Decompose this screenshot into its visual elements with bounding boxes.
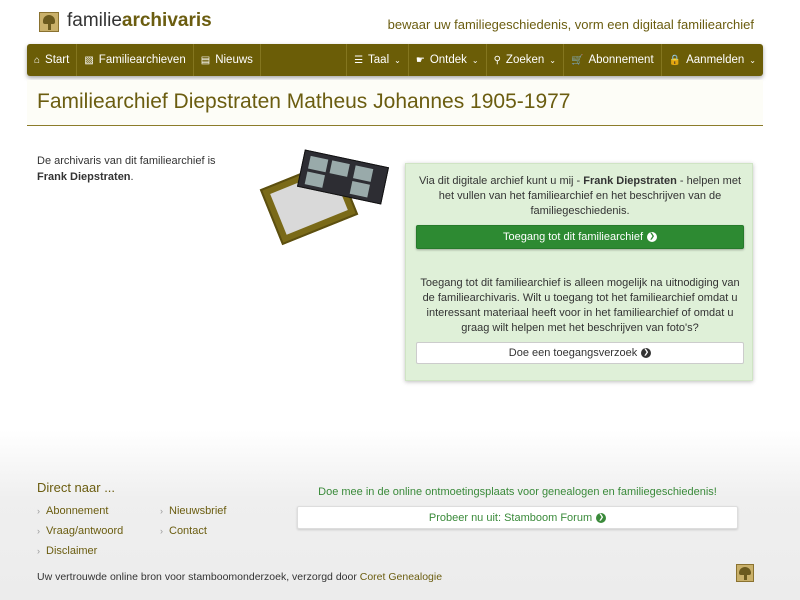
footer-heading: Direct naar ... (37, 480, 116, 495)
nav-zoeken[interactable]: ⚲ Zoeken ⌄ (485, 44, 563, 76)
lock-icon: 🔒 (668, 54, 682, 66)
title-panel: Familiearchief Diepstraten Matheus Johan… (27, 80, 763, 126)
nav-familiearchieven-label: Familiearchieven (98, 54, 186, 66)
chevron-right-icon: › (37, 506, 40, 516)
forum-button-label: Probeer nu uit: Stamboom Forum (428, 511, 593, 524)
nav-aanmelden-label: Aanmelden (686, 54, 745, 66)
copyright: Uw vertrouwde online bron voor stamboomo… (37, 571, 443, 583)
arrow-circle-right-icon: ❯ (647, 232, 658, 242)
tree-logo-icon[interactable] (39, 12, 59, 32)
nav-ontdek-label: Ontdek (429, 54, 467, 66)
footer-link-contact[interactable]: › Contact (160, 525, 207, 537)
chevron-down-icon: ⌄ (749, 55, 756, 65)
nav-familiearchieven[interactable]: ▧ Familiearchieven (77, 44, 194, 76)
cart-icon: 🛒 (570, 54, 584, 66)
nav-taal[interactable]: ☰ Taal ⌄ (346, 44, 408, 76)
nav-nieuws-label: Nieuws (215, 54, 253, 66)
tagline: bewaar uw familiegeschiedenis, vorm een … (387, 17, 754, 32)
main-navbar: ⌂ Start ▧ Familiearchieven ▤ Nieuws ☰ Ta… (27, 44, 763, 76)
newspaper-icon: ▤ (200, 54, 211, 66)
chevron-right-icon: › (37, 546, 40, 556)
nav-abonnement[interactable]: 🛒 Abonnement (562, 44, 661, 76)
hand-pointer-icon: ☛ (415, 54, 425, 66)
tree-logo-icon[interactable] (736, 564, 754, 582)
book-icon: ▧ (84, 54, 94, 66)
top-header: familiearchivaris bewaar uw familiegesch… (0, 0, 800, 44)
arrow-circle-right-icon: ❯ (596, 512, 607, 523)
archivist-name: Frank Diepstraten (583, 175, 677, 187)
archive-box-photo (259, 149, 390, 250)
home-icon: ⌂ (34, 54, 41, 66)
footer-link-disclaimer[interactable]: › Disclaimer (37, 545, 97, 557)
nav-taal-label: Taal (368, 54, 390, 66)
footer-link-nieuwsbrief[interactable]: › Nieuwsbrief (160, 505, 226, 517)
footer-link-abonnement[interactable]: › Abonnement (37, 505, 108, 517)
language-icon: ☰ (354, 54, 364, 66)
access-request-label: Doe een toegangsverzoek (508, 347, 638, 359)
page-title: Familiearchief Diepstraten Matheus Johan… (37, 90, 571, 113)
brand-name[interactable]: familiearchivaris (67, 10, 212, 32)
chevron-right-icon: › (160, 526, 163, 536)
access-info-text: Toegang tot dit familiearchief is alleen… (420, 277, 740, 334)
nav-start[interactable]: ⌂ Start (27, 44, 78, 76)
nav-aanmelden[interactable]: 🔒 Aanmelden ⌄ (660, 44, 763, 76)
nav-abonnement-label: Abonnement (588, 54, 654, 66)
access-archive-label: Toegang tot dit familiearchief (502, 231, 644, 243)
search-icon: ⚲ (493, 54, 501, 66)
nav-zoeken-label: Zoeken (505, 54, 545, 66)
help-text: Via dit digitale archief kunt u mij - Fr… (419, 175, 741, 217)
archivist-name: Frank Diepstraten (37, 171, 131, 183)
forum-promo-text: Doe mee in de online ontmoetingsplaats v… (318, 486, 717, 498)
chevron-right-icon: › (37, 526, 40, 536)
arrow-circle-right-icon: ❯ (641, 348, 652, 358)
chevron-down-icon: ⌄ (394, 55, 401, 65)
chevron-down-icon: ⌄ (471, 55, 479, 65)
access-panel: Via dit digitale archief kunt u mij - Fr… (405, 163, 753, 381)
coret-genealogie-link[interactable]: Coret Genealogie (360, 571, 442, 583)
nav-start-label: Start (45, 54, 70, 66)
access-archive-button[interactable]: Toegang tot dit familiearchief ❯ (416, 225, 744, 249)
footer-link-vraag-antwoord[interactable]: › Vraag/antwoord (37, 525, 123, 537)
intro-text: De archivaris van dit familiearchief is (37, 155, 216, 167)
footer: Direct naar ... › Abonnement › Nieuwsbrief… (0, 430, 800, 600)
access-request-button[interactable]: Doe een toegangsverzoek ❯ (416, 342, 744, 364)
chevron-right-icon: › (160, 506, 163, 516)
nav-ontdek[interactable]: ☛ Ontdek ⌄ (407, 44, 486, 76)
chevron-down-icon: ⌄ (549, 55, 556, 65)
archivist-intro: De archivaris van dit familiearchief is … (37, 155, 216, 183)
forum-button[interactable]: Probeer nu uit: Stamboom Forum ❯ (297, 506, 738, 529)
nav-nieuws[interactable]: ▤ Nieuws (194, 44, 261, 76)
